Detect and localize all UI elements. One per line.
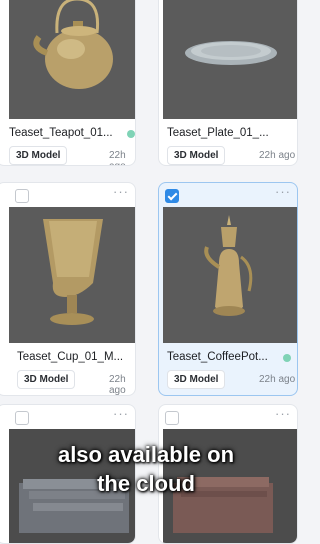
caption-line-2: the cloud — [97, 471, 195, 496]
asset-thumbnail[interactable] — [163, 207, 297, 343]
teapot-model — [33, 0, 113, 89]
asset-name: Teaset_Teapot_01... — [9, 127, 113, 139]
asset-name: Teaset_Cup_01_M... — [17, 351, 124, 363]
asset-card-coffeepot[interactable]: ··· Teaset_CoffeePot... 3D Model 22h ago — [158, 182, 298, 396]
asset-type-badge: 3D Model — [17, 370, 76, 389]
asset-type-badge: 3D Model — [9, 146, 68, 165]
asset-name: Teaset_CoffeePot... — [167, 351, 268, 363]
video-caption: also available on the cloud — [0, 440, 292, 498]
asset-type-badge: 3D Model — [167, 146, 226, 165]
asset-timestamp: 22h ago — [259, 374, 296, 385]
caption-line-1: also available on — [57, 442, 235, 467]
cup-model — [43, 219, 103, 325]
coffeepot-model — [204, 215, 253, 316]
asset-card-cup[interactable]: ··· Teaset_Cup_01_M... 3D Model 22h ago — [0, 182, 136, 396]
asset-thumbnail[interactable] — [9, 0, 135, 119]
more-icon[interactable]: ··· — [275, 185, 291, 199]
select-checkbox[interactable] — [165, 411, 179, 425]
asset-timestamp: 22h ago — [109, 374, 126, 396]
asset-type-badge: 3D Model — [167, 370, 226, 389]
select-checkbox[interactable] — [15, 411, 29, 425]
select-checkbox[interactable] — [165, 189, 179, 203]
asset-name: Teaset_Plate_01_... — [167, 127, 269, 139]
asset-thumbnail[interactable] — [163, 0, 297, 119]
more-icon[interactable]: ··· — [113, 185, 129, 199]
sync-status-dot — [283, 354, 291, 362]
more-icon[interactable]: ··· — [275, 407, 291, 421]
asset-timestamp: 22h ago — [109, 150, 126, 165]
select-checkbox[interactable] — [15, 189, 29, 203]
asset-card-plate[interactable]: Teaset_Plate_01_... 3D Model 22h ago — [158, 0, 298, 166]
asset-card-teapot[interactable]: Teaset_Teapot_01... 3D Model 22h ago — [0, 0, 136, 166]
asset-thumbnail[interactable] — [9, 207, 135, 343]
sync-status-dot — [127, 130, 135, 138]
plate-model — [185, 41, 277, 65]
more-icon[interactable]: ··· — [113, 407, 129, 421]
asset-timestamp: 22h ago — [259, 150, 296, 161]
